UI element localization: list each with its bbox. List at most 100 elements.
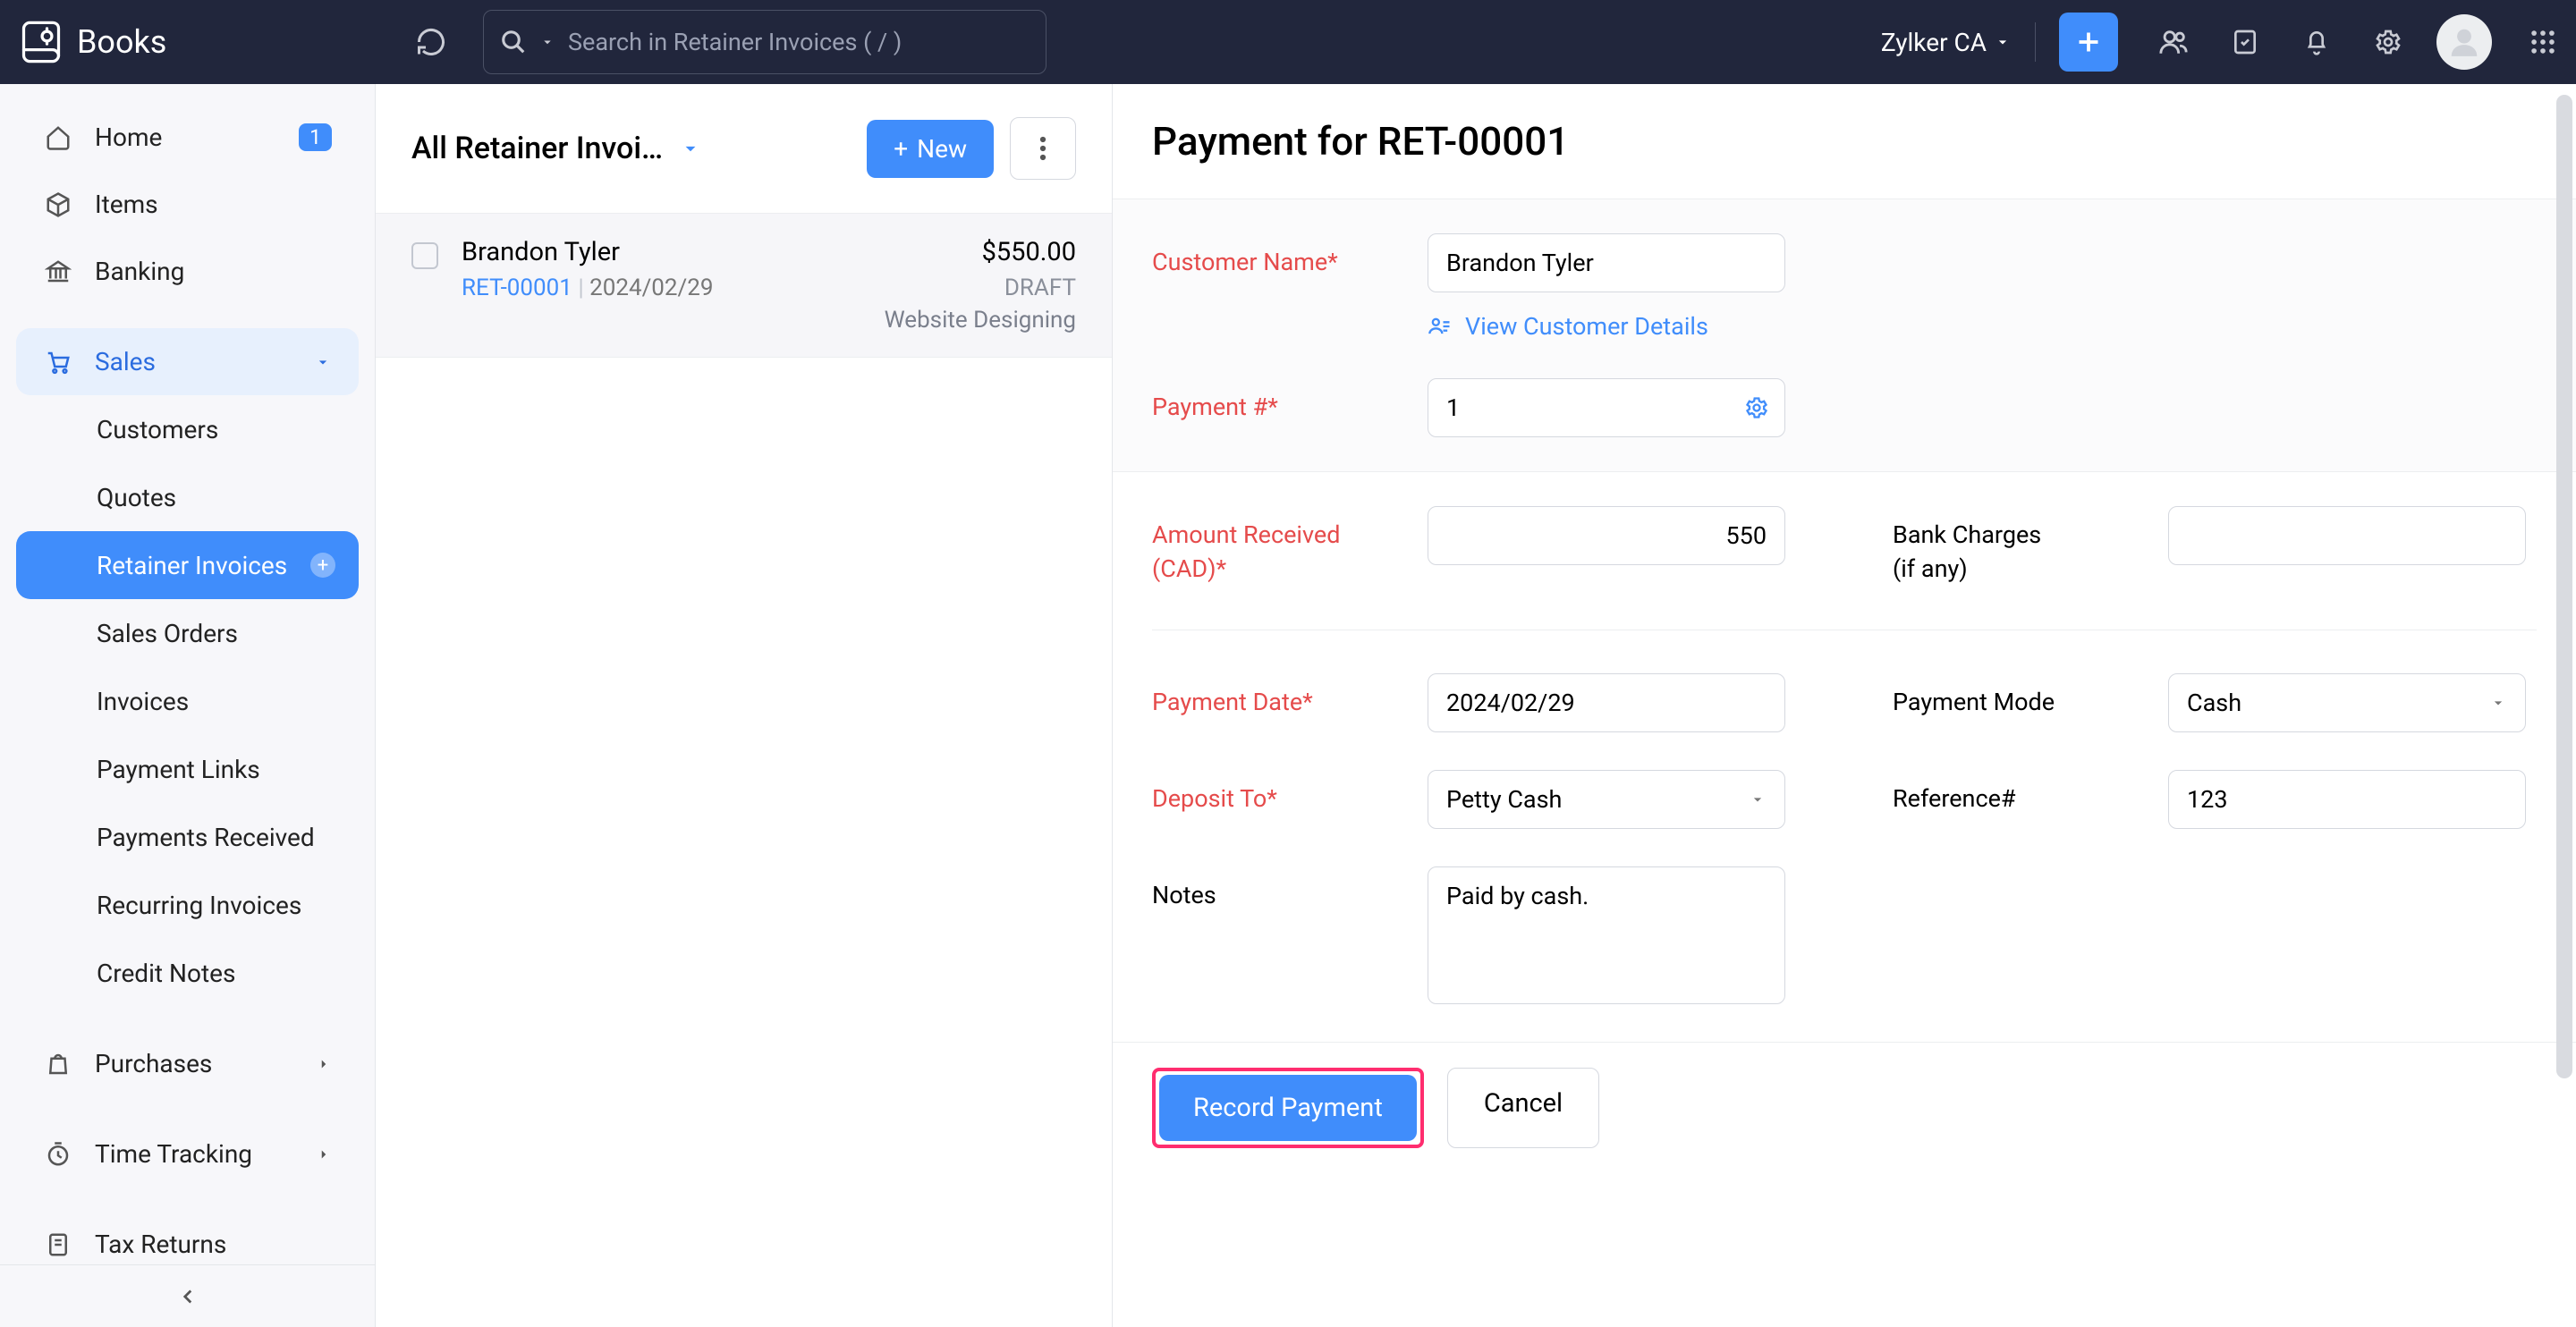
cube-icon: [43, 190, 73, 220]
scrollbar[interactable]: [2556, 95, 2572, 1078]
new-retainer-invoice-button[interactable]: + New: [867, 120, 994, 178]
label-customer-name: Customer Name*: [1152, 233, 1385, 280]
payment-mode-select[interactable]: Cash: [2168, 673, 2526, 732]
subnav-invoices[interactable]: Invoices: [16, 667, 359, 735]
label-amount-received: Amount Received (CAD)*: [1152, 506, 1385, 587]
topbar: Books Zylker CA: [0, 0, 2576, 84]
apps-grid-icon[interactable]: [2528, 27, 2558, 57]
search-scope-caret-icon[interactable]: [539, 34, 555, 50]
home-icon: [43, 123, 73, 153]
record-payment-button[interactable]: Record Payment: [1159, 1075, 1417, 1141]
bag-icon: [43, 1049, 73, 1079]
customer-name-input[interactable]: [1428, 233, 1785, 292]
row-number[interactable]: RET-00001: [462, 275, 572, 301]
app-name: Books: [77, 23, 166, 61]
caret-right-icon: [316, 1056, 332, 1072]
org-name: Zylker CA: [1881, 28, 1987, 57]
list-filter-caret-icon[interactable]: [679, 137, 702, 160]
subnav-retainer-invoices[interactable]: Retainer Invoices +: [16, 531, 359, 599]
retainer-invoice-list: All Retainer Invoi… + New Brandon Tyler …: [376, 84, 1113, 1327]
label-deposit-to: Deposit To*: [1152, 770, 1385, 816]
settings-icon[interactable]: [2372, 26, 2404, 58]
retainer-invoice-row[interactable]: Brandon Tyler $550.00 RET-00001 | 2024/0…: [376, 213, 1112, 358]
row-status: DRAFT: [1004, 275, 1076, 301]
form-footer: Record Payment Cancel: [1113, 1042, 2576, 1180]
section-customer: Customer Name* View Customer Details Pay…: [1113, 199, 2576, 471]
add-retainer-invoice-icon[interactable]: +: [310, 553, 335, 578]
subnav-recurring-invoices[interactable]: Recurring Invoices: [16, 871, 359, 939]
quick-create-button[interactable]: [2059, 13, 2118, 72]
books-logo-icon: [18, 19, 64, 65]
row-amount: $550.00: [982, 237, 1076, 267]
row-customer: Brandon Tyler: [462, 237, 620, 267]
notes-textarea[interactable]: [1428, 866, 1785, 1004]
subnav-payments-received[interactable]: Payments Received: [16, 803, 359, 871]
main-area: Home 1 Items Banking Sales Customers Quo…: [0, 84, 2576, 1327]
cancel-button[interactable]: Cancel: [1447, 1068, 1599, 1148]
refresh-button[interactable]: [411, 22, 451, 62]
sales-subnav: Customers Quotes Retainer Invoices + Sal…: [0, 395, 375, 1007]
nav-label: Time Tracking: [95, 1139, 252, 1169]
notifications-icon[interactable]: [2301, 26, 2333, 58]
nav-label: Banking: [95, 257, 184, 286]
nav-sales[interactable]: Sales: [16, 328, 359, 395]
caret-right-icon: [316, 1146, 332, 1162]
announcements-icon[interactable]: [2229, 26, 2261, 58]
nav-label: Tax Returns: [95, 1230, 226, 1259]
nav-home-badge: 1: [299, 123, 332, 151]
sidebar-collapse-button[interactable]: [0, 1264, 375, 1327]
nav-label: Home: [95, 123, 162, 152]
label-payment-mode: Payment Mode: [1893, 673, 2125, 720]
section-details: Payment Date* Payment Mode Cash Deposit …: [1113, 639, 2576, 1042]
chevron-down-icon: [1994, 33, 2012, 51]
nav-time-tracking[interactable]: Time Tracking: [16, 1120, 359, 1188]
payment-number-input[interactable]: [1428, 378, 1785, 437]
people-icon: [1428, 314, 1453, 339]
clock-icon: [43, 1139, 73, 1170]
plus-icon: +: [894, 134, 908, 164]
list-title[interactable]: All Retainer Invoi…: [411, 131, 663, 166]
subnav-customers[interactable]: Customers: [16, 395, 359, 463]
page-title: Payment for RET-00001: [1113, 84, 2576, 199]
subnav-credit-notes[interactable]: Credit Notes: [16, 939, 359, 1007]
reference-input[interactable]: [2168, 770, 2526, 829]
subnav-payment-links[interactable]: Payment Links: [16, 735, 359, 803]
label-payment-no: Payment #*: [1152, 378, 1385, 425]
nav-purchases[interactable]: Purchases: [16, 1030, 359, 1097]
divider: [2035, 22, 2036, 62]
cart-icon: [43, 347, 73, 377]
label-reference: Reference#: [1893, 770, 2125, 816]
chevron-down-icon: [2489, 694, 2507, 712]
list-more-button[interactable]: [1010, 117, 1076, 180]
view-customer-details-link[interactable]: View Customer Details: [1428, 312, 1785, 341]
chevron-down-icon: [1749, 790, 1767, 808]
section-amount: Amount Received (CAD)* Bank Charges (if …: [1113, 471, 2576, 621]
subnav-quotes[interactable]: Quotes: [16, 463, 359, 531]
nav-label: Items: [95, 190, 158, 219]
nav-items[interactable]: Items: [16, 171, 359, 238]
user-avatar[interactable]: [2436, 14, 2492, 70]
deposit-to-select[interactable]: Petty Cash: [1428, 770, 1785, 829]
global-search[interactable]: [483, 10, 1046, 74]
users-icon[interactable]: [2157, 26, 2190, 58]
payment-number-settings-icon[interactable]: [1744, 395, 1769, 420]
search-input[interactable]: [568, 28, 1030, 56]
nav-label: Sales: [95, 347, 156, 376]
caret-down-icon: [314, 353, 332, 371]
amount-received-input[interactable]: [1428, 506, 1785, 565]
nav-banking[interactable]: Banking: [16, 238, 359, 305]
nav-label: Purchases: [95, 1049, 212, 1078]
new-button-label: New: [917, 134, 967, 164]
subnav-sales-orders[interactable]: Sales Orders: [16, 599, 359, 667]
label-bank-charges: Bank Charges (if any): [1893, 506, 2125, 587]
org-switcher[interactable]: Zylker CA: [1881, 28, 2012, 57]
app-logo[interactable]: Books: [18, 19, 376, 65]
row-project: Website Designing: [885, 307, 1076, 334]
row-checkbox[interactable]: [411, 242, 438, 269]
bank-charges-input[interactable]: [2168, 506, 2526, 565]
search-icon: [500, 29, 527, 55]
payment-date-input[interactable]: [1428, 673, 1785, 732]
nav-home[interactable]: Home 1: [16, 104, 359, 171]
sidebar: Home 1 Items Banking Sales Customers Quo…: [0, 84, 376, 1327]
row-date: 2024/02/29: [589, 275, 713, 301]
